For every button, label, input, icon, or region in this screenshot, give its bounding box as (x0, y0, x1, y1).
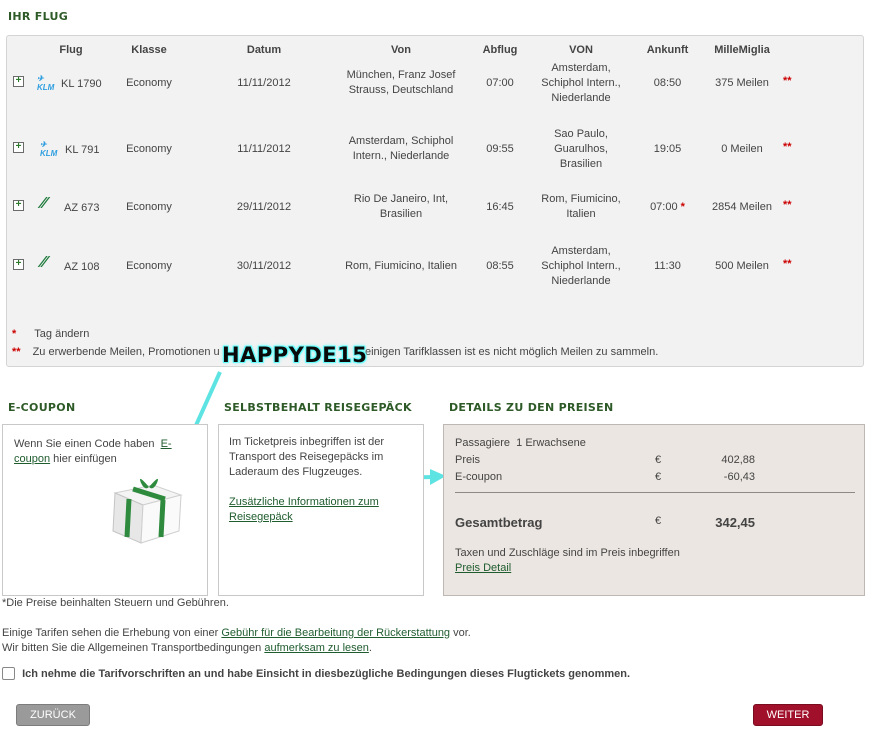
flight-row: + ✈ KLM KL 1790 Economy 11/11/2012 Münche… (7, 60, 863, 116)
refund-fee-note: Einige Tarifen sehen die Erhebung von ei… (2, 627, 471, 639)
flight-date: 11/11/2012 (237, 143, 291, 155)
ecoupon-link[interactable]: E- (161, 438, 172, 450)
flight-from: Rom, Fiumicino, Italien (345, 260, 457, 272)
miles-mark: ** (783, 141, 792, 153)
flight-class: Economy (126, 77, 172, 89)
flight-date: 29/11/2012 (236, 201, 292, 213)
flight-number: AZ 673 (64, 202, 100, 214)
alitalia-logo-icon: ⁄⁄ (41, 254, 47, 271)
flight-to: Rom, Fiumicino, Italien (541, 193, 621, 220)
col-header-class: Klasse (131, 44, 167, 56)
tax-note: Taxen und Zuschläge sind im Preis inbegr… (455, 547, 680, 559)
baggage-text: Im Ticketpreis inbegriffen ist der Transp… (229, 436, 385, 478)
klm-logo-icon: ✈ KLM (40, 140, 58, 158)
flight-date: 11/11/2012 (237, 77, 291, 89)
col-header-departure: Abflug (482, 44, 518, 56)
total-line: Gesamtbetrag € 342,45 (455, 515, 755, 530)
col-header-to: VON (569, 44, 593, 56)
prices-section-title: DETAILS ZU DEN PREISEN (449, 401, 614, 414)
flight-date: 30/11/2012 (236, 260, 292, 272)
expand-icon[interactable]: + (13, 259, 24, 270)
back-button[interactable]: ZURÜCK (16, 704, 90, 726)
flight-row: + ⁄⁄ AZ 673 Economy 29/11/2012 Rio De Ja… (7, 184, 863, 240)
flight-row: + ⁄⁄ AZ 108 Economy 30/11/2012 Rom, Fium… (7, 243, 863, 299)
terms-checkbox[interactable] (2, 667, 15, 680)
transport-conditions-note: Wir bitten Sie die Allgemeinen Transport… (2, 642, 372, 654)
flight-miles: 375 Meilen (715, 77, 769, 89)
flight-departure: 08:55 (486, 260, 514, 272)
baggage-box: Im Ticketpreis inbegriffen ist der Transp… (218, 424, 424, 596)
flights-table: Flug Klasse Datum Von Abflug VON Ankunft… (6, 35, 864, 367)
legend-miles-note: ** Zu erwerbende Meilen, Promotionen u ei… (12, 346, 659, 358)
flight-from: München, Franz Josef Strauss, Deutschland (346, 69, 456, 96)
baggage-info-link[interactable]: Zusätzliche Informationen zum Reisegepäck (229, 495, 379, 525)
alitalia-logo-icon: ⁄⁄ (41, 195, 47, 212)
flight-section-title: IHR FLUG (8, 10, 69, 23)
flight-to: Sao Paulo, Guarulhos, Brasilien (554, 128, 608, 170)
ecoupon-line: E-coupon € -60,43 (455, 471, 755, 483)
price-detail-link[interactable]: Preis Detail (455, 562, 511, 574)
flight-miles: 2854 Meilen (712, 201, 772, 213)
refund-fee-link[interactable]: Gebühr für die Bearbeitung der Rückersta… (221, 627, 450, 639)
price-line: Preis € 402,88 (455, 454, 755, 466)
flight-departure: 09:55 (486, 143, 514, 155)
baggage-section-title: SELBSTBEHALT REISEGEPÄCK (224, 401, 412, 414)
col-header-flight: Flug (59, 44, 83, 56)
flight-arrival: 08:50 (653, 77, 682, 89)
legend-change-day: * Tag ändern (12, 328, 90, 340)
flight-class: Economy (126, 260, 172, 272)
klm-logo-icon: ✈ KLM (37, 74, 55, 92)
flight-to: Amsterdam, Schiphol Intern., Niederlande (541, 62, 621, 104)
flight-miles: 500 Meilen (715, 260, 769, 272)
flight-number: AZ 108 (64, 261, 100, 273)
col-header-miles: MilleMiglia (714, 44, 770, 56)
col-header-from: Von (391, 44, 411, 56)
miles-mark: ** (783, 75, 792, 87)
flight-arrival: 07:00 * (650, 201, 685, 213)
expand-icon[interactable]: + (13, 200, 24, 211)
miles-mark: ** (783, 258, 792, 270)
flight-from: Amsterdam, Schiphol Intern., Niederlande (348, 135, 454, 162)
prices-box: Passagiere 1 Erwachsene Preis € 402,88 E… (443, 424, 865, 596)
ecoupon-text: Wenn Sie einen Code haben E- coupon hier… (14, 438, 172, 465)
ecoupon-link[interactable]: coupon (14, 453, 50, 465)
flight-miles: 0 Meilen (721, 143, 763, 155)
ecoupon-section-title: E-COUPON (8, 401, 76, 414)
terms-row: Ich nehme die Tarifvorschriften an und h… (2, 667, 630, 680)
expand-icon[interactable]: + (13, 142, 24, 153)
terms-label[interactable]: Ich nehme die Tarifvorschriften an und h… (22, 668, 630, 680)
price-divider (455, 492, 855, 493)
miles-mark: ** (783, 199, 792, 211)
flight-departure: 16:45 (486, 201, 514, 213)
col-header-arrival: Ankunft (646, 44, 689, 56)
taxes-note: *Die Preise beinhalten Steuern und Gebüh… (2, 597, 229, 609)
flight-to: Amsterdam, Schiphol Intern., Niederlande (541, 245, 621, 287)
passengers-line: Passagiere 1 Erwachsene (455, 437, 586, 449)
flight-class: Economy (126, 201, 172, 213)
flight-number: KL 1790 (61, 78, 102, 90)
flight-number: KL 791 (65, 144, 100, 156)
col-header-date: Datum (246, 44, 282, 56)
flight-row: + ✈ KLM KL 791 Economy 11/11/2012 Amsterd… (7, 126, 863, 182)
flight-departure: 07:00 (486, 77, 514, 89)
flight-class: Economy (126, 143, 172, 155)
ecoupon-box: Wenn Sie einen Code haben E- coupon hier… (2, 424, 208, 596)
transport-conditions-link[interactable]: aufmerksam zu lesen (264, 642, 369, 654)
flight-arrival: 11:30 (654, 260, 681, 272)
coupon-code-overlay: HAPPYDE15 (222, 343, 368, 367)
gift-icon[interactable] (107, 469, 187, 547)
expand-icon[interactable]: + (13, 76, 24, 87)
next-button[interactable]: WEITER (753, 704, 823, 726)
flight-from: Rio De Janeiro, Int, Brasilien (353, 193, 449, 220)
flight-arrival: 19:05 (653, 143, 682, 155)
